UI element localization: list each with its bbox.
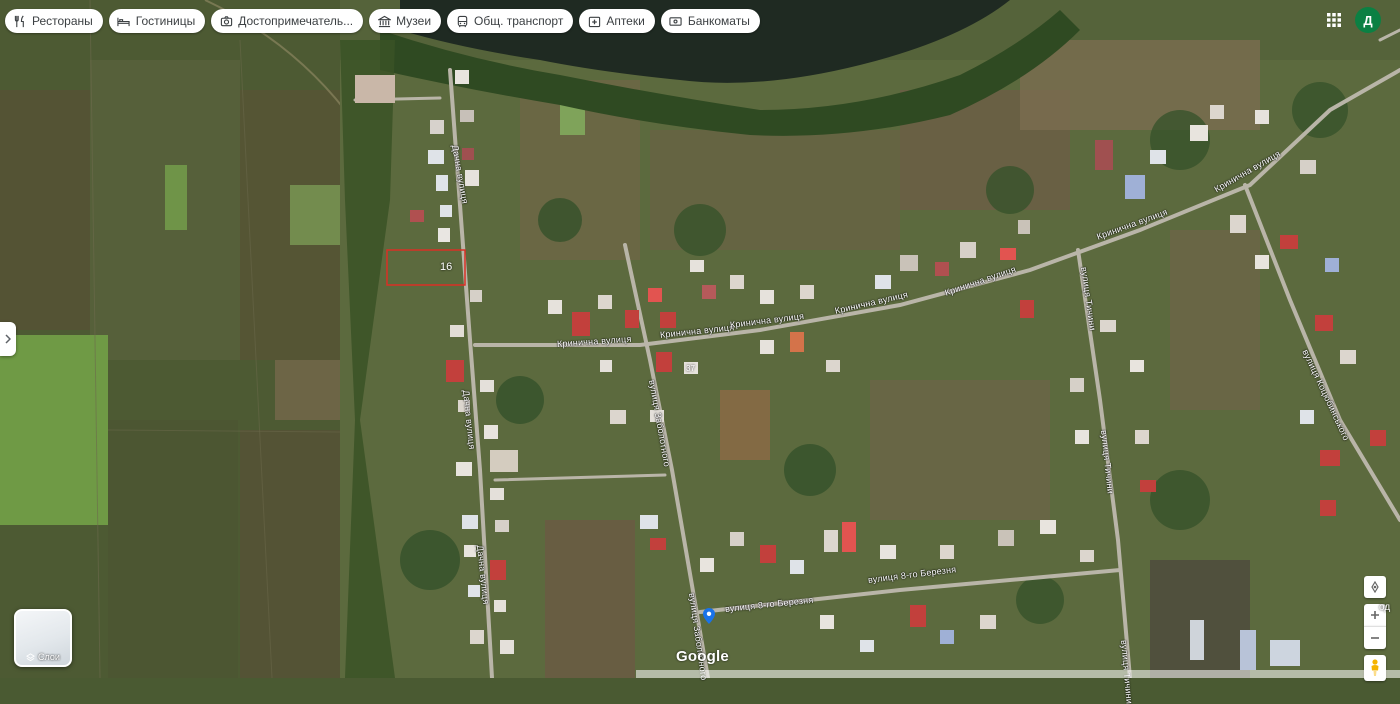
my-location-button[interactable] — [1364, 576, 1386, 598]
house-number: 37 — [686, 364, 695, 373]
layers-label-row: Слои — [16, 652, 70, 662]
expand-side-panel-button[interactable] — [0, 322, 16, 356]
museum-icon — [377, 14, 391, 28]
chip-museums[interactable]: Музеи — [369, 9, 442, 33]
restaurant-icon — [13, 14, 27, 28]
chip-restaurants[interactable]: Рестораны — [5, 9, 103, 33]
layers-icon — [26, 652, 35, 661]
zoom-out-button[interactable] — [1364, 626, 1386, 649]
google-logo: Google — [676, 648, 729, 665]
chip-label: Банкоматы — [687, 14, 750, 28]
attribution-bar — [636, 670, 1400, 678]
atm-icon — [669, 14, 683, 28]
chip-label: Гостиницы — [135, 14, 196, 28]
pharmacy-icon — [587, 14, 601, 28]
plot-number: 16 — [440, 261, 453, 273]
my-location-icon — [1371, 581, 1379, 593]
map-controls — [1364, 576, 1386, 681]
chip-label: Рестораны — [32, 14, 93, 28]
chip-label: Достопримечатель... — [238, 14, 354, 28]
chip-label: Музеи — [396, 14, 432, 28]
bus-icon — [455, 14, 469, 28]
chip-label: Общ. транспорт — [474, 14, 564, 28]
edge-cropped-text: од — [1379, 602, 1391, 613]
chip-attractions[interactable]: Достопримечатель... — [211, 9, 364, 33]
satellite-imagery — [0, 0, 1400, 678]
apps-grid-icon — [1327, 13, 1341, 27]
bed-icon — [117, 14, 131, 28]
apps-grid-button[interactable] — [1322, 8, 1346, 32]
chip-hotels[interactable]: Гостиницы — [108, 9, 206, 33]
layers-label: Слои — [38, 652, 60, 662]
chip-label: Аптеки — [606, 14, 645, 28]
chip-pharmacies[interactable]: Аптеки — [579, 9, 655, 33]
camera-icon — [219, 14, 233, 28]
account-avatar[interactable]: Д — [1355, 7, 1381, 33]
minus-icon — [1371, 637, 1379, 639]
chip-atms[interactable]: Банкоматы — [660, 9, 760, 33]
location-marker-icon[interactable] — [703, 608, 715, 624]
chevron-right-icon — [5, 334, 11, 344]
category-chips: Рестораны Гостиницы Достопримечатель... … — [5, 9, 760, 33]
satellite-map[interactable] — [0, 0, 1400, 678]
layers-button[interactable]: Слои — [14, 609, 72, 667]
chip-transit[interactable]: Общ. транспорт — [447, 9, 574, 33]
